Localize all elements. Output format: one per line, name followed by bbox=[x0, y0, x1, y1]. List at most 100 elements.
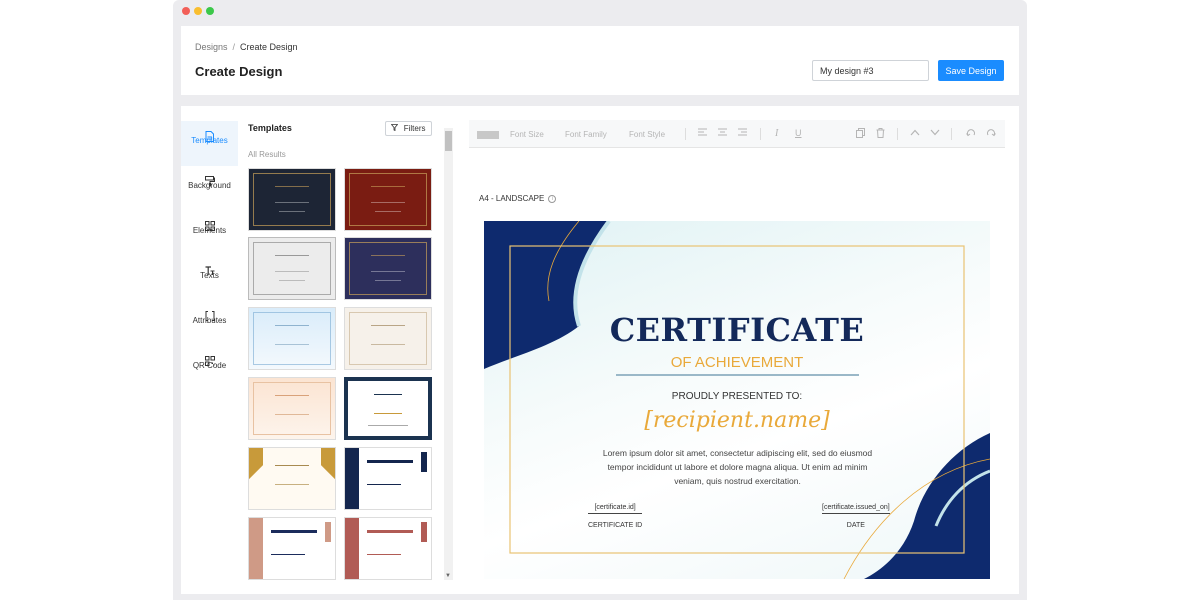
sidebar-item-label: Attributes bbox=[192, 316, 227, 325]
thumbnail-border bbox=[349, 242, 427, 295]
thumbnail-line bbox=[371, 186, 405, 187]
thumbnail-line bbox=[271, 554, 305, 555]
send-backward-icon[interactable] bbox=[930, 129, 940, 138]
template-thumbnail[interactable] bbox=[344, 168, 432, 231]
scroll-down-arrow-icon[interactable]: ▼ bbox=[445, 573, 451, 579]
template-thumbnail[interactable] bbox=[248, 237, 336, 300]
thumbnail-line bbox=[367, 484, 401, 485]
sidebar: Templates Background Elements Texts Attr… bbox=[181, 121, 238, 391]
copy-icon[interactable] bbox=[856, 128, 865, 140]
thumbnail-line bbox=[371, 325, 405, 326]
trash-icon[interactable] bbox=[876, 128, 885, 140]
sidebar-item-qr-code[interactable]: QR Code bbox=[181, 346, 238, 391]
grid-icon bbox=[181, 211, 238, 231]
filters-button[interactable]: Filters bbox=[385, 121, 432, 136]
thumbnail-line bbox=[275, 344, 309, 345]
sidebar-item-elements[interactable]: Elements bbox=[181, 211, 238, 256]
filters-label: Filters bbox=[403, 124, 426, 133]
templates-scrollbar[interactable]: ▼ bbox=[444, 128, 453, 580]
template-thumbnail[interactable] bbox=[248, 517, 336, 580]
editor-area: Templates Background Elements Texts Attr… bbox=[181, 106, 1019, 594]
thumbnail-decoration bbox=[249, 518, 263, 579]
info-icon[interactable]: i bbox=[548, 194, 557, 203]
italic-icon[interactable]: I bbox=[775, 128, 778, 139]
template-thumbnail[interactable] bbox=[344, 377, 432, 440]
font-size-select[interactable]: Font Size bbox=[510, 130, 544, 139]
thumbnail-decoration bbox=[325, 522, 331, 542]
design-name-input[interactable] bbox=[812, 60, 929, 81]
close-window-button[interactable] bbox=[182, 7, 190, 15]
templates-panel: Templates Filters All Results ▼ bbox=[247, 106, 455, 586]
save-design-button[interactable]: Save Design bbox=[938, 60, 1004, 81]
presented-to-text[interactable]: PROUDLY PRESENTED TO: bbox=[484, 391, 990, 402]
thumbnail-decoration bbox=[345, 448, 359, 509]
text-color-swatch[interactable] bbox=[477, 131, 499, 139]
underline-icon[interactable]: U bbox=[795, 128, 802, 138]
qr-code-icon bbox=[181, 346, 238, 366]
date-block[interactable]: [certificate.issued_on] DATE bbox=[822, 504, 890, 529]
font-family-select[interactable]: Font Family bbox=[565, 130, 607, 139]
bring-forward-icon[interactable] bbox=[910, 129, 920, 138]
breadcrumb: Designs / Create Design bbox=[195, 42, 298, 52]
thumbnail-decoration bbox=[249, 448, 263, 509]
brackets-icon bbox=[181, 301, 238, 321]
thumbnail-line bbox=[374, 394, 402, 395]
thumbnail-border bbox=[253, 312, 331, 365]
maximize-window-button[interactable] bbox=[206, 7, 214, 15]
font-style-select[interactable]: Font Style bbox=[629, 130, 665, 139]
thumbnail-border bbox=[253, 173, 331, 226]
issued-on-field: [certificate.issued_on] bbox=[822, 504, 890, 514]
certificate-canvas[interactable]: CERTIFICATE OF ACHIEVEMENT PROUDLY PRESE… bbox=[484, 221, 990, 579]
breadcrumb-designs-link[interactable]: Designs bbox=[195, 42, 228, 52]
thumbnail-border bbox=[349, 312, 427, 365]
title-bar bbox=[173, 0, 1027, 22]
recipient-name-field[interactable]: [recipient.name] bbox=[484, 408, 990, 433]
template-thumbnail[interactable] bbox=[248, 307, 336, 370]
template-thumbnail[interactable] bbox=[248, 447, 336, 510]
thumbnail-decoration bbox=[421, 452, 427, 472]
paper-size-label: A4 - LANDSCAPE i bbox=[479, 194, 557, 203]
templates-title: Templates bbox=[248, 123, 292, 133]
sidebar-item-background[interactable]: Background bbox=[181, 166, 238, 211]
align-left-icon[interactable] bbox=[698, 128, 708, 139]
align-right-icon[interactable] bbox=[738, 128, 748, 139]
certificate-body-text[interactable]: Lorem ipsum dolor sit amet, consectetur … bbox=[596, 446, 879, 488]
breadcrumb-separator: / bbox=[232, 42, 236, 52]
sidebar-item-label: Texts bbox=[200, 271, 219, 280]
certificate-title[interactable]: CERTIFICATE bbox=[484, 311, 990, 349]
template-thumbnail[interactable] bbox=[344, 517, 432, 580]
filter-icon bbox=[391, 124, 400, 133]
template-thumbnail[interactable] bbox=[344, 237, 432, 300]
template-thumbnail[interactable] bbox=[248, 377, 336, 440]
certificate-subtitle[interactable]: OF ACHIEVEMENT bbox=[484, 354, 990, 371]
page-header: Designs / Create Design Create Design Save… bbox=[181, 26, 1019, 95]
thumbnail-line bbox=[275, 395, 309, 396]
undo-icon[interactable] bbox=[966, 128, 976, 140]
template-thumbnail[interactable] bbox=[344, 307, 432, 370]
template-thumbnail[interactable] bbox=[248, 168, 336, 231]
thumbnail-border bbox=[253, 382, 331, 435]
sidebar-item-texts[interactable]: Texts bbox=[181, 256, 238, 301]
align-center-icon[interactable] bbox=[718, 128, 728, 139]
sidebar-item-label: Elements bbox=[192, 226, 227, 235]
sidebar-item-templates[interactable]: Templates bbox=[181, 121, 238, 166]
redo-icon[interactable] bbox=[986, 128, 996, 140]
thumbnail-line bbox=[275, 465, 309, 466]
thumbnail-line bbox=[371, 271, 405, 272]
sidebar-item-label: Templates bbox=[191, 136, 228, 145]
toolbar-divider bbox=[685, 128, 686, 140]
thumbnail-line bbox=[371, 202, 405, 203]
toolbar-divider bbox=[897, 128, 898, 140]
sidebar-item-attributes[interactable]: Attributes bbox=[181, 301, 238, 346]
toolbar-divider bbox=[760, 128, 761, 140]
thumbnail-line bbox=[275, 414, 309, 415]
certificate-id-block[interactable]: [certificate.id] CERTIFICATE ID bbox=[588, 504, 643, 529]
thumbnail-line bbox=[371, 344, 405, 345]
minimize-window-button[interactable] bbox=[194, 7, 202, 15]
paint-roller-icon bbox=[181, 166, 238, 187]
page-title: Create Design bbox=[195, 64, 283, 79]
template-thumbnail[interactable] bbox=[344, 447, 432, 510]
certificate-divider bbox=[616, 374, 859, 376]
thumbnail-line bbox=[371, 255, 405, 256]
scrollbar-thumb[interactable] bbox=[445, 131, 452, 151]
